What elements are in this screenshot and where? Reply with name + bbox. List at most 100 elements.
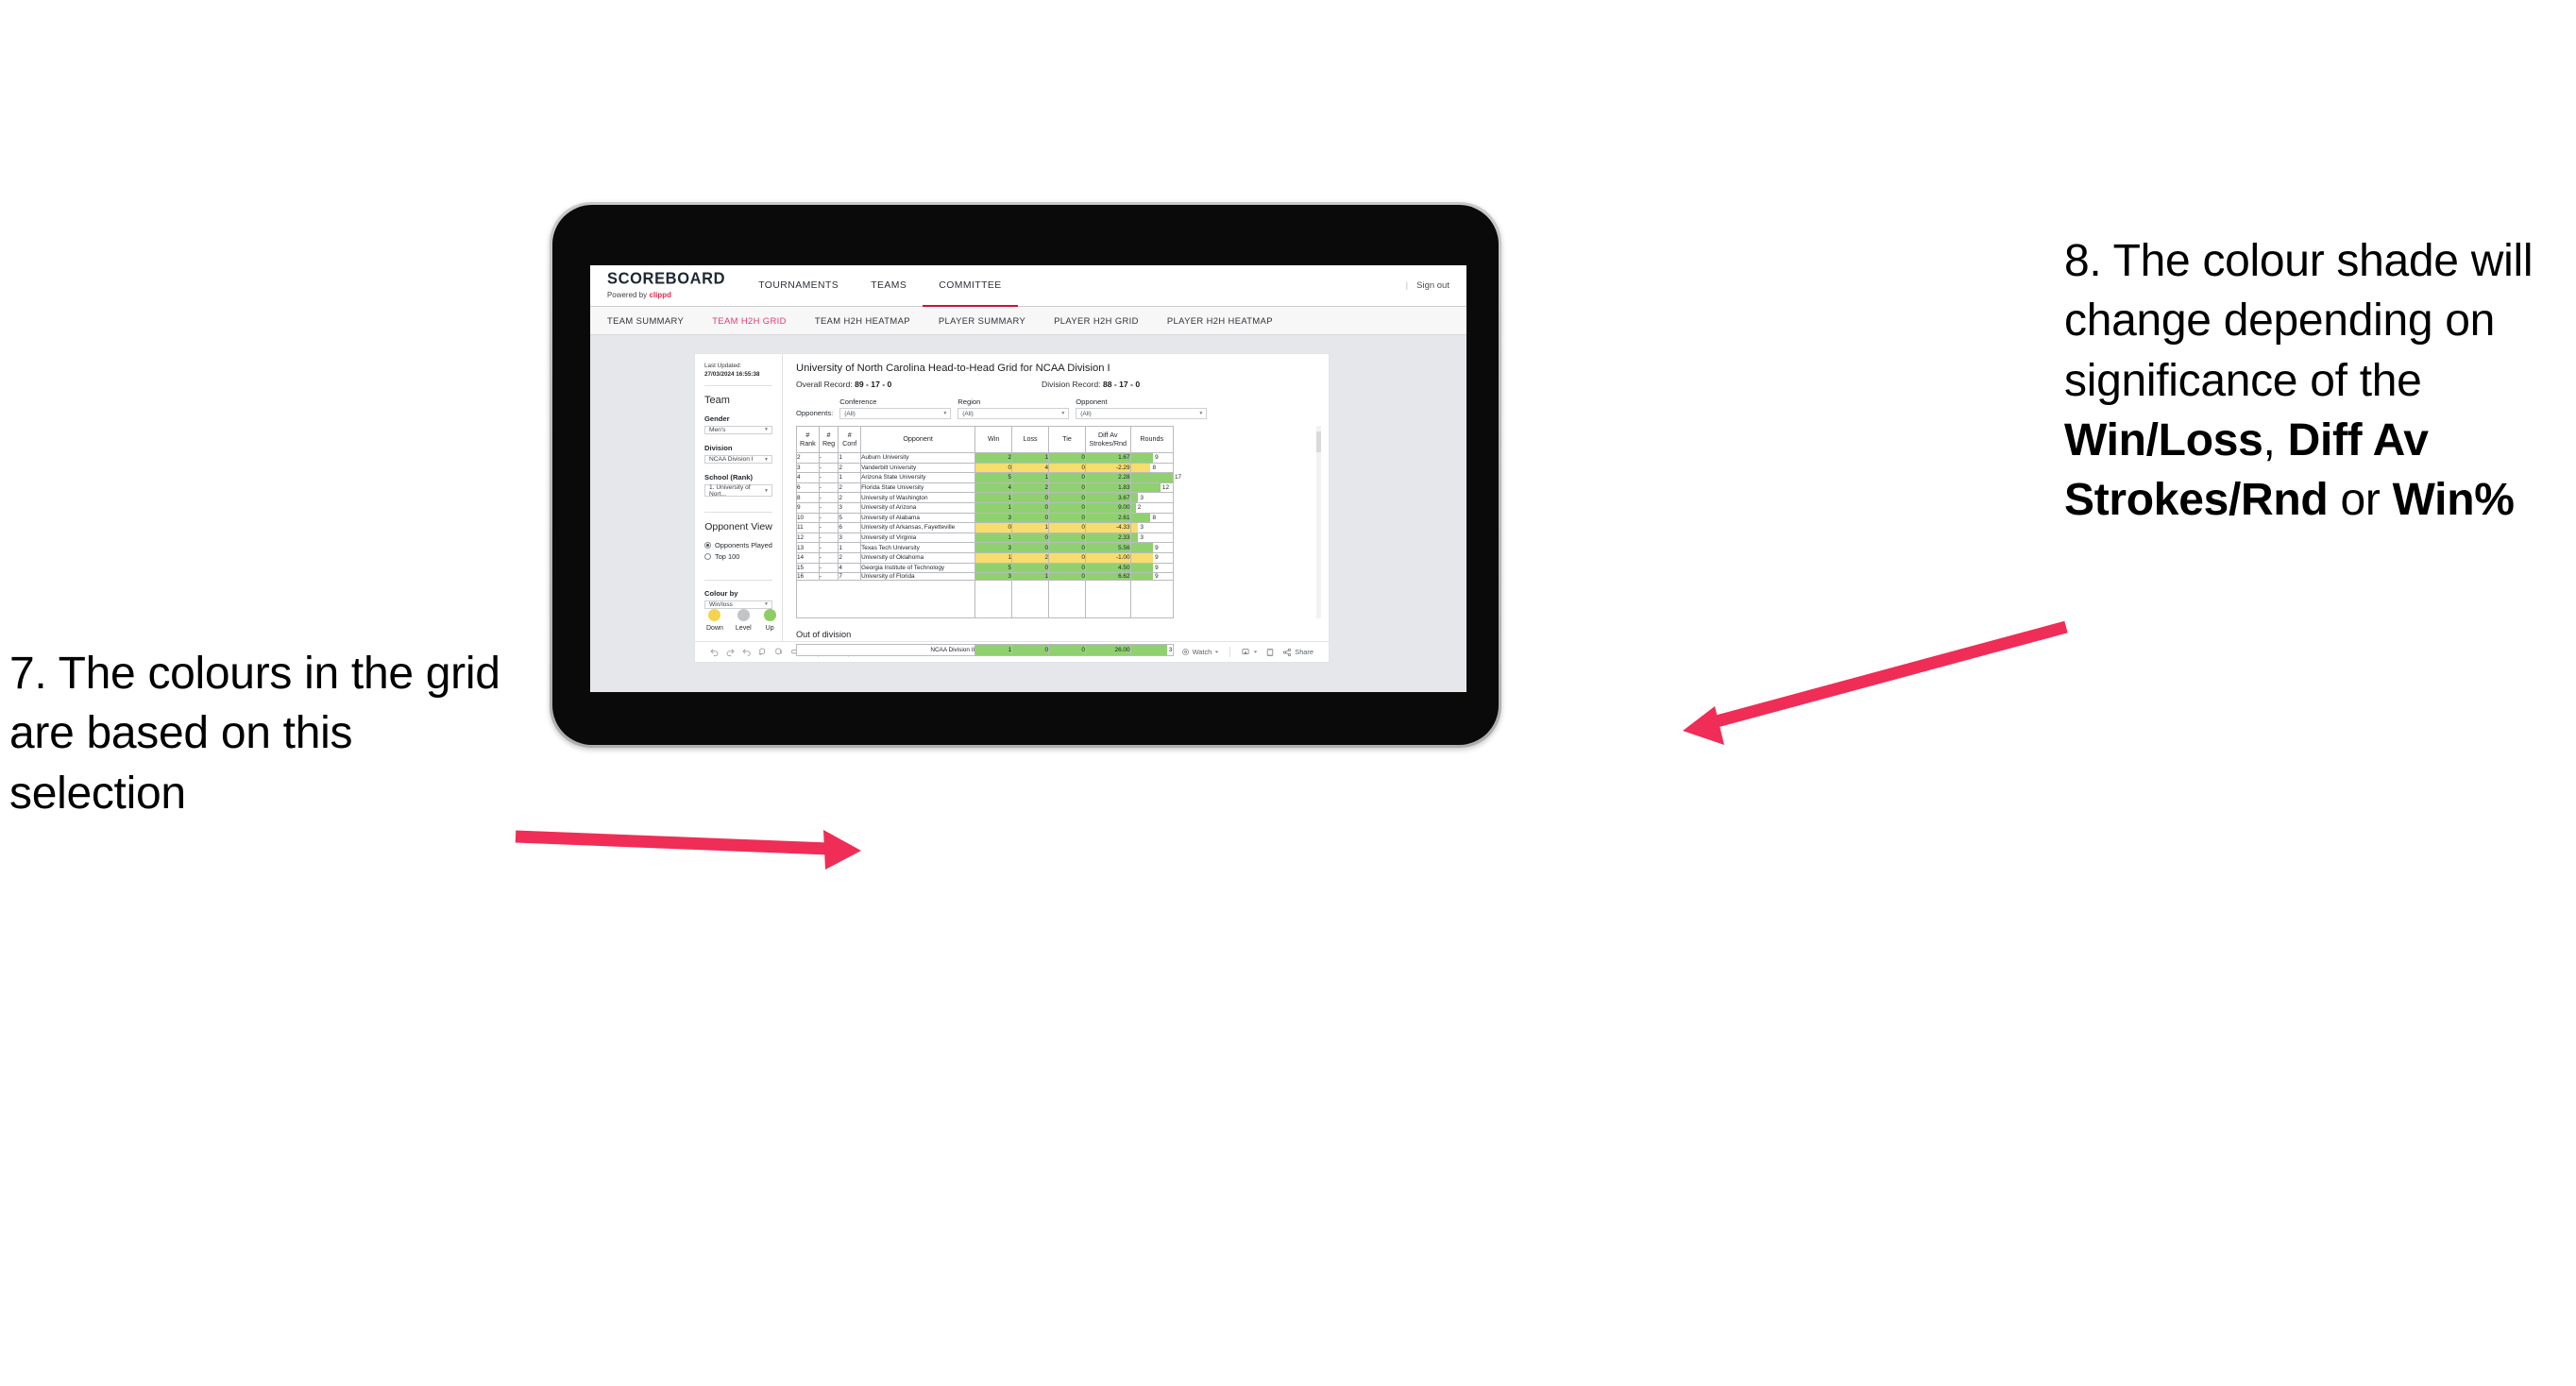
subnav-player-summary[interactable]: PLAYER SUMMARY bbox=[939, 315, 1040, 326]
cell-loss: 1 bbox=[1011, 472, 1050, 483]
nav-teams[interactable]: TEAMS bbox=[855, 265, 923, 306]
table-row[interactable]: 15-4 Georgia Institute of Technology 5 0 0 4.… bbox=[796, 562, 1175, 574]
rounds-bar bbox=[1130, 453, 1154, 463]
cell-rank: 2 bbox=[796, 452, 820, 464]
table-row[interactable]: 9-3 University of Arizona 1 0 0 9.00 2 bbox=[796, 501, 1175, 514]
share-label: Share bbox=[1295, 648, 1313, 656]
cell-conf: 5 bbox=[838, 512, 862, 524]
radio-opponents-played[interactable]: Opponents Played bbox=[704, 541, 772, 549]
opponents-filter-label: Opponents: bbox=[796, 409, 834, 417]
cell-win: 1 bbox=[974, 501, 1013, 514]
table-row[interactable]: 6-2 Florida State University 4 2 0 1.83 12 bbox=[796, 482, 1175, 494]
gender-select[interactable]: Men's ▼ bbox=[704, 425, 772, 434]
divider-3 bbox=[704, 580, 772, 581]
cell-tie: 0 bbox=[1048, 462, 1086, 474]
table-row[interactable]: 13-1 Texas Tech University 3 0 0 5.56 9 bbox=[796, 542, 1175, 553]
division-select[interactable]: NCAA Division I ▼ bbox=[704, 455, 772, 465]
col-header-loss[interactable]: Loss bbox=[1011, 426, 1050, 453]
table-row[interactable]: 14-2 University of Oklahoma 1 2 0 -1.00 9 bbox=[796, 551, 1175, 564]
watch-button[interactable]: Watch bbox=[1178, 648, 1224, 656]
cell-division-name: NCAA Division II bbox=[795, 644, 976, 657]
cell-opponent: Florida State University bbox=[860, 482, 976, 494]
gender-label: Gender bbox=[704, 414, 730, 423]
chevron-down-icon: ▼ bbox=[942, 411, 948, 416]
colour-legend: Down Level Up bbox=[704, 609, 776, 641]
col-header-reg[interactable]: # Reg bbox=[818, 426, 839, 453]
col-header-conf[interactable]: # Conf bbox=[838, 426, 862, 453]
table-row[interactable]: 2-1 Auburn University 2 1 0 1.67 9 bbox=[796, 452, 1175, 464]
rounds-value: 9 bbox=[1155, 554, 1159, 562]
rounds-value: 12 bbox=[1161, 484, 1170, 492]
col-header-opponent[interactable]: Opponent bbox=[860, 426, 976, 453]
rounds-value: 8 bbox=[1152, 514, 1156, 521]
cell-win: 1 bbox=[974, 532, 1013, 544]
rounds-bar bbox=[1130, 523, 1139, 532]
rounds-bar bbox=[1130, 513, 1151, 523]
col-header-diff[interactable]: Diff Av Strokes/Rnd bbox=[1084, 426, 1131, 453]
rounds-bar bbox=[1130, 645, 1167, 656]
filler-tie bbox=[1048, 580, 1086, 619]
out-of-division-row[interactable]: NCAA Division II 1 0 0 26.00 3 bbox=[795, 644, 1175, 657]
refresh-icon[interactable] bbox=[754, 644, 771, 660]
filler-loss bbox=[1011, 580, 1050, 619]
cell-diff: -4.33 bbox=[1084, 522, 1131, 533]
rounds-value: 3 bbox=[1168, 647, 1173, 654]
cell-win: 1 bbox=[974, 492, 1013, 503]
cell-conf: 2 bbox=[838, 551, 862, 564]
cell-tie: 0 bbox=[1048, 644, 1086, 657]
col-header-rounds[interactable]: Rounds bbox=[1129, 426, 1175, 453]
nav-committee[interactable]: COMMITTEE bbox=[923, 265, 1019, 307]
team-section-heading: Team bbox=[704, 394, 730, 406]
undo-icon[interactable] bbox=[706, 644, 722, 660]
radio-top-100-label: Top 100 bbox=[715, 552, 740, 561]
filter-conference: Conference (All) ▼ bbox=[839, 397, 952, 419]
table-row[interactable]: 16-7 University of Florida 3 1 0 6.62 9 bbox=[796, 572, 1175, 582]
cell-rounds: 8 bbox=[1129, 462, 1175, 474]
table-row[interactable]: 3-2 Vanderbilt University 0 4 0 -2.29 8 bbox=[796, 462, 1175, 474]
division-record-value: 88 - 17 - 0 bbox=[1102, 380, 1141, 389]
subnav-team-h2h-heatmap[interactable]: TEAM H2H HEATMAP bbox=[815, 315, 924, 326]
table-row[interactable]: 12-3 University of Virginia 1 0 0 2.33 3 bbox=[796, 532, 1175, 544]
opponent-view-heading: Opponent View bbox=[704, 521, 772, 532]
filter-region: Region (All) ▼ bbox=[958, 397, 1070, 419]
table-row[interactable]: 11-6 University of Arkansas, Fayetteville… bbox=[796, 522, 1175, 533]
filter-conference-select[interactable]: (All) ▼ bbox=[839, 408, 952, 419]
filter-opponent-select[interactable]: (All) ▼ bbox=[1076, 408, 1208, 419]
subnav-team-h2h-grid[interactable]: TEAM H2H GRID bbox=[712, 315, 801, 326]
cell-reg: - bbox=[818, 472, 839, 483]
col-header-tie[interactable]: Tie bbox=[1048, 426, 1086, 453]
subnav-player-h2h-heatmap[interactable]: PLAYER H2H HEATMAP bbox=[1167, 315, 1287, 326]
subnav-team-summary[interactable]: TEAM SUMMARY bbox=[607, 315, 698, 326]
radio-top-100[interactable]: Top 100 bbox=[704, 552, 772, 561]
colour-by-select[interactable]: Win/loss ▼ bbox=[704, 600, 772, 609]
cell-diff: 26.00 bbox=[1084, 644, 1131, 657]
redo-icon[interactable] bbox=[722, 644, 738, 660]
download-button[interactable] bbox=[1237, 648, 1262, 657]
out-of-division-heading: Out of division bbox=[796, 630, 852, 640]
cell-diff: 2.28 bbox=[1084, 472, 1131, 483]
col-header-win[interactable]: Win bbox=[974, 426, 1013, 453]
divider-1 bbox=[704, 385, 772, 386]
nav-tournaments[interactable]: TOURNAMENTS bbox=[742, 265, 855, 306]
filter-region-select[interactable]: (All) ▼ bbox=[958, 408, 1070, 419]
revert-icon[interactable] bbox=[738, 644, 754, 660]
sign-out-link[interactable]: Sign out bbox=[1416, 280, 1449, 291]
share-button[interactable]: Share bbox=[1279, 648, 1317, 657]
grid-table-head: # Rank # Reg # Conf Opponent Win Loss Tie D… bbox=[796, 426, 1175, 453]
col-header-rank[interactable]: # Rank bbox=[796, 426, 820, 453]
subnav-player-h2h-grid[interactable]: PLAYER H2H GRID bbox=[1054, 315, 1153, 326]
cell-loss: 0 bbox=[1011, 492, 1050, 503]
table-row[interactable]: 8-2 University of Washington 1 0 0 3.67 3 bbox=[796, 492, 1175, 503]
school-select[interactable]: 1. University of Nort... ▼ bbox=[704, 484, 772, 498]
fullscreen-button[interactable] bbox=[1262, 648, 1279, 657]
table-row[interactable]: 10-5 University of Alabama 3 0 0 2.61 8 bbox=[796, 512, 1175, 524]
grid-vertical-scrollbar[interactable] bbox=[1316, 426, 1321, 619]
pause-icon[interactable] bbox=[771, 644, 787, 660]
cell-loss: 2 bbox=[1011, 551, 1050, 564]
cell-rank: 12 bbox=[796, 532, 820, 544]
table-row[interactable]: 4-1 Arizona State University 5 1 0 2.28 17 bbox=[796, 472, 1181, 483]
radio-icon-unselected bbox=[704, 553, 711, 560]
scrollbar-thumb[interactable] bbox=[1316, 431, 1321, 452]
cell-opponent: University of Oklahoma bbox=[860, 551, 976, 564]
legend-dot-up-icon bbox=[763, 609, 776, 621]
